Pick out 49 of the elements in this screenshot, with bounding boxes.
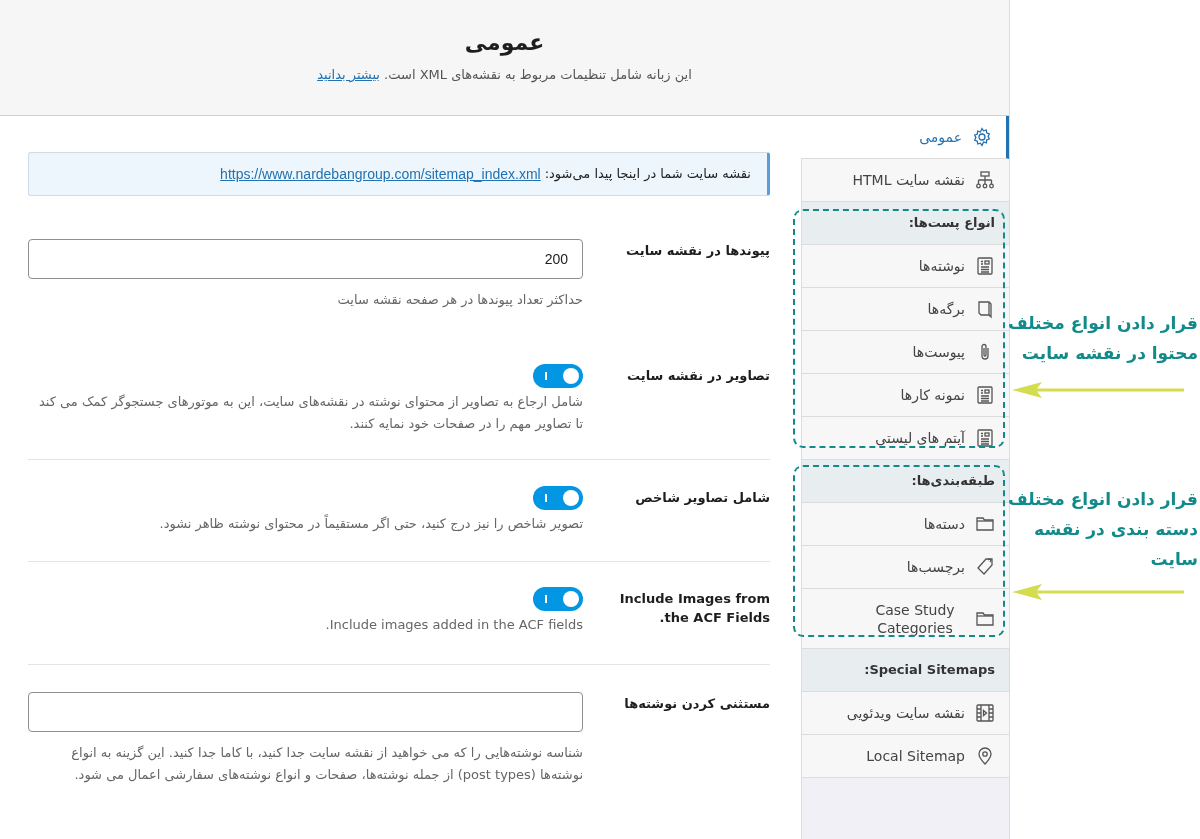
sidebar-item[interactable]: برچسب‌ها xyxy=(802,546,1009,589)
document-icon xyxy=(975,385,995,405)
sidebar-item[interactable]: عمومی xyxy=(801,116,1009,159)
sidebar-item[interactable]: دسته‌ها xyxy=(802,503,1009,546)
setting-label: مستثنی کردن نوشته‌ها xyxy=(623,695,770,713)
sidebar-item[interactable]: نوشته‌ها xyxy=(802,245,1009,288)
sidebar-section-heading: طبقه‌بندی‌ها: xyxy=(802,460,1009,503)
sidebar-item[interactable]: نمونه کارها xyxy=(802,374,1009,417)
page-description: این زبانه شامل تنظیمات مربوط به نقشه‌های XML است. بیشتر بدانید xyxy=(317,66,692,85)
annotation-text: سایت xyxy=(1150,548,1198,571)
folder-icon xyxy=(975,514,995,534)
sidebar-item[interactable]: آیتم های لیستی xyxy=(802,417,1009,460)
setting-label: شامل تصاویر شاخص xyxy=(634,489,770,507)
document-icon xyxy=(975,256,995,276)
setting-description: Include images added in the ACF fields. xyxy=(324,616,583,634)
location-pin-icon xyxy=(975,746,995,766)
page-icon xyxy=(975,299,995,319)
setting-description: تصویر شاخص را نیز درج کنید، حتی اگر مستقیماً در محتوای نوشته ظاهر نشود. xyxy=(158,513,583,534)
toggle-switch[interactable] xyxy=(533,486,583,510)
sidebar-item[interactable]: برگه‌ها xyxy=(802,288,1009,331)
annotation-text: قرار دادن انواع مختلف xyxy=(1007,312,1198,336)
sidebar-item[interactable]: نقشه سایت ویدئویی xyxy=(802,692,1009,735)
setting-description: شناسه نوشته‌هایی را که می خواهید از نقشه سایت جدا کنید، با کاما جدا کنید. این گزینه به انواع نوشته‌ها (post types) از جمله نوشته‌ها، صفحات و انواع نوشته‌های سفارشی اعمال می شود. xyxy=(70,744,583,785)
links-number-field[interactable]: 200 xyxy=(28,239,583,279)
tag-icon xyxy=(975,557,995,577)
exclude-posts-field[interactable] xyxy=(28,692,583,732)
setting-description: شامل ارجاع به تصاویر از محتوای نوشته در نقشه‌های سایت، این به موتورهای جستجوگر کمک می کند تا تصاویر مهم را در صفحات خود نمایه کنند. xyxy=(37,393,583,434)
film-icon xyxy=(975,703,995,723)
setting-description: حداکثر تعداد پیوندها در هر صفحه نقشه سایت xyxy=(336,291,583,310)
sitemap-url-link[interactable]: https://www.nardebangroup.com/sitemap_index.xml xyxy=(220,163,541,185)
sitemap-icon xyxy=(975,170,995,190)
page-title: عمومی xyxy=(464,29,545,58)
annotation-text: قرار دادن انواع مختلف xyxy=(1007,488,1198,512)
sidebar-item[interactable]: Case Study Categories xyxy=(802,589,1009,649)
toggle-switch[interactable] xyxy=(533,364,583,388)
toggle-switch[interactable] xyxy=(533,587,583,611)
sidebar-section-heading: Special Sitemaps: xyxy=(802,649,1009,692)
sidebar-item[interactable]: پیوست‌ها xyxy=(802,331,1009,374)
setting-label: تصاویر در نقشه سایت xyxy=(626,367,770,385)
sidebar-section-heading: انواع پست‌ها: xyxy=(802,202,1009,245)
annotation-text: محتوا در نقشه سایت xyxy=(1021,342,1198,365)
learn-more-link[interactable]: بیشتر بدانید xyxy=(317,67,380,82)
annotation-text: دسته بندی در نقشه xyxy=(1034,518,1198,541)
setting-label: پیوندها در نقشه سایت xyxy=(625,242,770,260)
sidebar-item[interactable]: نقشه سایت HTML xyxy=(802,159,1009,202)
settings-icon xyxy=(972,127,992,147)
document-icon xyxy=(975,428,995,448)
sidebar-item[interactable]: Local Sitemap xyxy=(802,735,1009,778)
setting-label: Include Images from the ACF Fields. xyxy=(618,590,770,627)
